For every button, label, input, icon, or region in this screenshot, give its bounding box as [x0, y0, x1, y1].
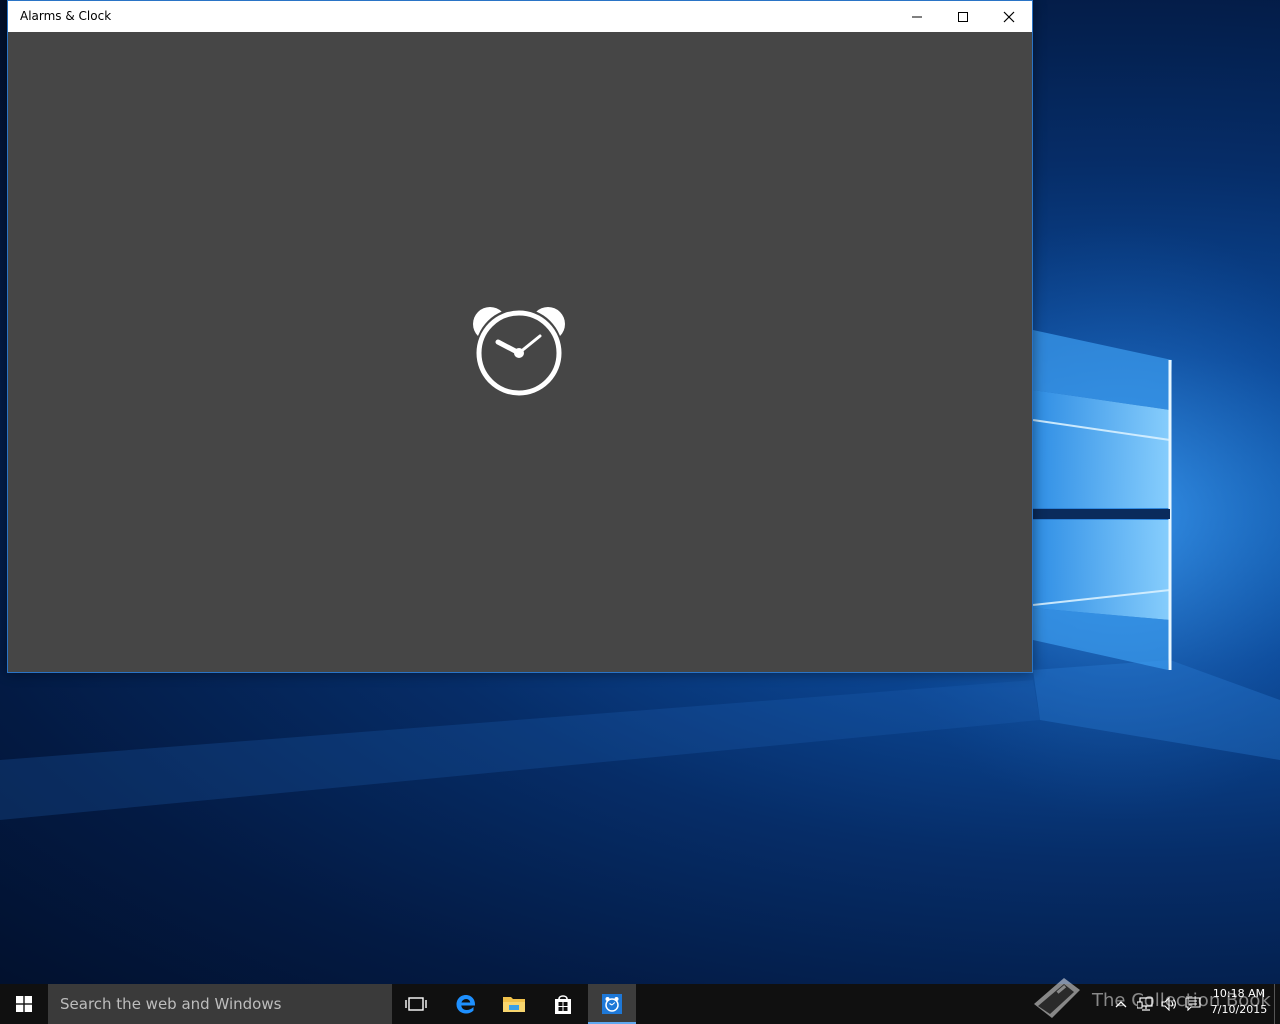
volume-button[interactable]: [1158, 984, 1180, 1024]
store-icon: [555, 995, 571, 1014]
show-hidden-icons-button[interactable]: [1110, 984, 1132, 1024]
show-desktop-button[interactable]: [1274, 984, 1280, 1024]
alarm-clock-icon: [602, 994, 622, 1014]
search-input[interactable]: [48, 984, 392, 1024]
search-box[interactable]: [48, 984, 392, 1024]
volume-icon: [1161, 997, 1176, 1011]
clock-time: 10:18 AM: [1212, 987, 1266, 1000]
app-splash-screen: [8, 32, 1032, 672]
clock-date: 7/10/2015: [1210, 1003, 1268, 1016]
chevron-up-icon: [1115, 1001, 1127, 1008]
action-center-icon: [1185, 997, 1201, 1011]
close-icon: [1003, 11, 1015, 22]
start-button[interactable]: [0, 984, 48, 1024]
alarm-clock-icon: [473, 307, 565, 396]
maximize-icon: [958, 11, 968, 22]
minimize-button[interactable]: [894, 1, 940, 32]
network-button[interactable]: [1134, 984, 1156, 1024]
edge-icon: [456, 995, 476, 1014]
network-icon: [1137, 997, 1153, 1011]
store-button[interactable]: [539, 984, 587, 1024]
alarms-clock-taskbar-button[interactable]: [588, 984, 636, 1024]
alarms-clock-window[interactable]: Alarms & Clock: [7, 0, 1033, 673]
minimize-icon: [912, 16, 922, 17]
task-view-button[interactable]: [392, 984, 440, 1024]
maximize-button[interactable]: [940, 1, 986, 32]
close-button[interactable]: [986, 1, 1032, 32]
folder-icon: [503, 997, 525, 1012]
windows-logo-icon: [16, 996, 32, 1012]
file-explorer-button[interactable]: [490, 984, 538, 1024]
taskbar-clock[interactable]: 10:18 AM 7/10/2015: [1206, 986, 1272, 1022]
action-center-button[interactable]: [1182, 984, 1204, 1024]
edge-button[interactable]: [442, 984, 490, 1024]
task-view-icon: [405, 997, 427, 1011]
title-bar[interactable]: Alarms & Clock: [8, 1, 1032, 32]
window-title: Alarms & Clock: [20, 9, 112, 23]
